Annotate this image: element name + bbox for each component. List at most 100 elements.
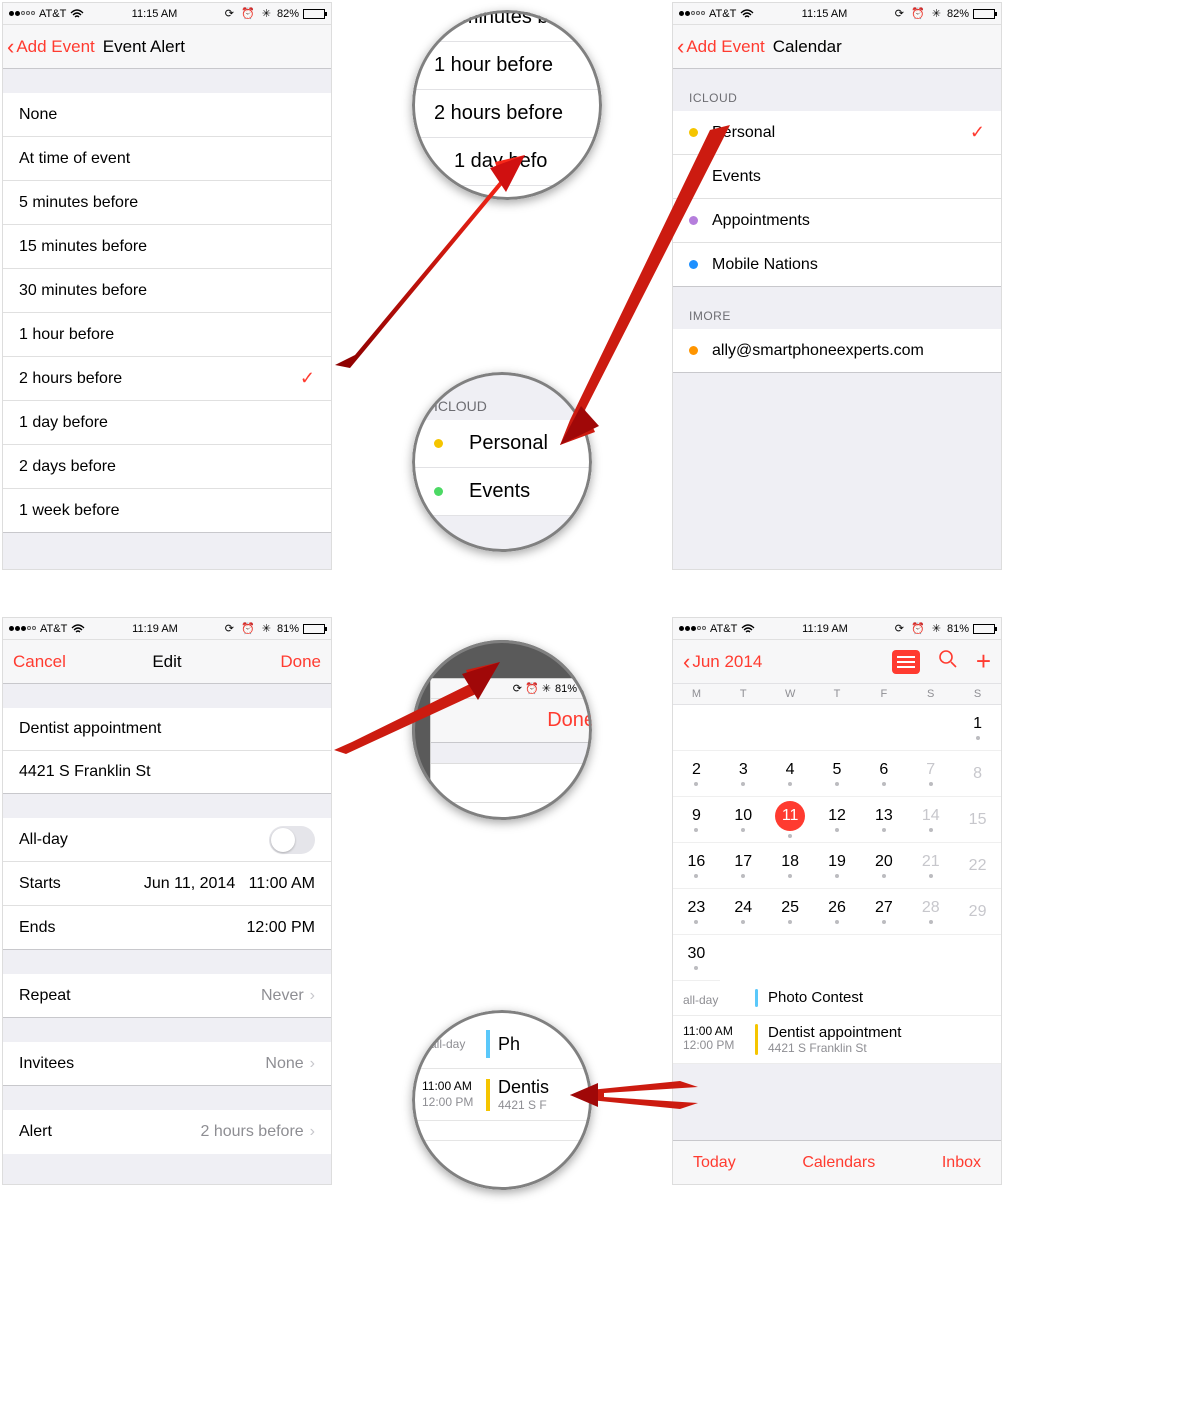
all-day-row[interactable]: All-day	[3, 818, 331, 862]
event-dot-icon	[694, 782, 698, 786]
calendar-option[interactable]: Personal✓	[673, 111, 1001, 155]
weekday-label: T	[720, 688, 767, 700]
starts-row[interactable]: Starts Jun 11, 2014 11:00 AM	[3, 862, 331, 906]
calendar-day[interactable]: 25	[767, 889, 814, 935]
status-bar: AT&T 11:19 AM ⟳ ⏰ ✳︎ 81%	[673, 618, 1001, 640]
calendar-day[interactable]: 27	[860, 889, 907, 935]
tab-today[interactable]: Today	[693, 1154, 736, 1172]
chevron-left-icon: ‹	[683, 651, 690, 673]
calendar-day[interactable]: 22	[954, 843, 1001, 889]
all-day-switch[interactable]	[269, 826, 315, 854]
event-row[interactable]: all-dayPhoto Contest	[673, 981, 1001, 1016]
tab-bar: Today Calendars Inbox	[673, 1140, 1001, 1184]
cancel-button[interactable]: Cancel	[3, 652, 66, 672]
add-event-button[interactable]: +	[976, 646, 991, 677]
event-dot-icon	[741, 920, 745, 924]
alert-option[interactable]: 15 minutes before	[3, 225, 331, 269]
battery-percent: 82%	[947, 8, 969, 20]
calendar-day[interactable]: 4	[767, 751, 814, 797]
calendar-day[interactable]: 1	[954, 705, 1001, 751]
calendar-day[interactable]: 21	[907, 843, 954, 889]
calendar-day[interactable]: 30	[673, 935, 720, 981]
calendar-day[interactable]: 9	[673, 797, 720, 843]
calendar-day[interactable]: 24	[720, 889, 767, 935]
calendar-option[interactable]: Appointments	[673, 199, 1001, 243]
day-number: 2	[692, 761, 701, 779]
zoom-event-title: Ph	[498, 1034, 520, 1055]
calendar-option[interactable]: Events	[673, 155, 1001, 199]
calendar-option[interactable]: ally@smartphoneexperts.com	[673, 329, 1001, 373]
ends-row[interactable]: Ends 12:00 PM	[3, 906, 331, 950]
zoom-section-header: ICLOUD	[412, 372, 592, 420]
calendar-day[interactable]: 15	[954, 797, 1001, 843]
alert-option[interactable]: 1 day before	[3, 401, 331, 445]
alert-option[interactable]: 1 hour before	[3, 313, 331, 357]
calendar-day[interactable]: 28	[907, 889, 954, 935]
calendar-day[interactable]: 11	[767, 797, 814, 843]
back-button[interactable]: ‹ Add Event	[3, 36, 95, 58]
alert-option[interactable]: 30 minutes before	[3, 269, 331, 313]
calendar-cell-empty	[767, 705, 814, 751]
calendar-option-label: Appointments	[712, 212, 810, 230]
done-button[interactable]: Done	[280, 652, 321, 672]
calendar-day[interactable]: 29	[954, 889, 1001, 935]
event-row[interactable]: 11:00 AM12:00 PMDentist appointment4421 …	[673, 1016, 1001, 1064]
calendar-day[interactable]: 13	[860, 797, 907, 843]
day-number: 13	[875, 807, 893, 825]
tab-calendars[interactable]: Calendars	[802, 1154, 875, 1172]
zoom-row-label: Events	[469, 480, 530, 503]
repeat-row[interactable]: Repeat Never›	[3, 974, 331, 1018]
tab-inbox[interactable]: Inbox	[942, 1154, 981, 1172]
invitees-value: None	[265, 1055, 303, 1072]
clock: 11:15 AM	[802, 8, 848, 20]
month-back-button[interactable]: ‹ Jun 2014	[683, 651, 762, 673]
calendar-day[interactable]: 12	[814, 797, 861, 843]
weekday-label: M	[673, 688, 720, 700]
calendar-day[interactable]: 3	[720, 751, 767, 797]
calendar-day[interactable]: 2	[673, 751, 720, 797]
calendar-day[interactable]: 17	[720, 843, 767, 889]
event-dot-icon	[882, 920, 886, 924]
calendar-day[interactable]: 26	[814, 889, 861, 935]
back-button[interactable]: ‹ Add Event	[673, 36, 765, 58]
color-dot-icon	[434, 487, 443, 496]
calendar-day[interactable]: 14	[907, 797, 954, 843]
calendar-option[interactable]: Mobile Nations	[673, 243, 1001, 287]
month-label: Jun 2014	[692, 652, 762, 672]
ends-label: Ends	[19, 919, 55, 937]
battery-icon	[303, 9, 325, 19]
clock: 11:19 AM	[132, 623, 178, 635]
calendar-day[interactable]: 6	[860, 751, 907, 797]
calendar-day[interactable]: 16	[673, 843, 720, 889]
event-location-field[interactable]: 4421 S Franklin St	[3, 751, 331, 794]
status-bar: AT&T 11:15 AM ⟳ ⏰ ✳︎ 82%	[3, 3, 331, 25]
alert-option[interactable]: 2 days before	[3, 445, 331, 489]
battery-percent: 82%	[277, 8, 299, 20]
event-dot-icon	[882, 828, 886, 832]
calendar-day[interactable]: 18	[767, 843, 814, 889]
calendar-option-label: Events	[712, 168, 761, 186]
alert-option[interactable]: None	[3, 93, 331, 137]
alert-option[interactable]: At time of event	[3, 137, 331, 181]
calendar-day[interactable]: 8	[954, 751, 1001, 797]
day-number: 21	[922, 853, 940, 871]
list-view-toggle[interactable]	[892, 650, 920, 674]
event-dot-icon	[929, 828, 933, 832]
day-number: 26	[828, 899, 846, 917]
event-name-field[interactable]: Dentist appointment	[3, 708, 331, 751]
calendar-day[interactable]: 20	[860, 843, 907, 889]
invitees-row[interactable]: Invitees None›	[3, 1042, 331, 1086]
calendar-day[interactable]: 5	[814, 751, 861, 797]
calendar-day[interactable]: 19	[814, 843, 861, 889]
alert-option[interactable]: 1 week before	[3, 489, 331, 533]
search-icon[interactable]	[938, 649, 958, 675]
calendar-day[interactable]: 7	[907, 751, 954, 797]
alert-option[interactable]: 2 hours before✓	[3, 357, 331, 401]
alert-row[interactable]: Alert 2 hours before›	[3, 1110, 331, 1154]
alert-option[interactable]: 5 minutes before	[3, 181, 331, 225]
alert-label: Alert	[19, 1123, 52, 1141]
calendar-day[interactable]: 10	[720, 797, 767, 843]
zoom-calendar-list: ICLOUD Personal Events	[412, 372, 592, 552]
calendar-day[interactable]: 23	[673, 889, 720, 935]
calendar-cell-empty	[720, 705, 767, 751]
